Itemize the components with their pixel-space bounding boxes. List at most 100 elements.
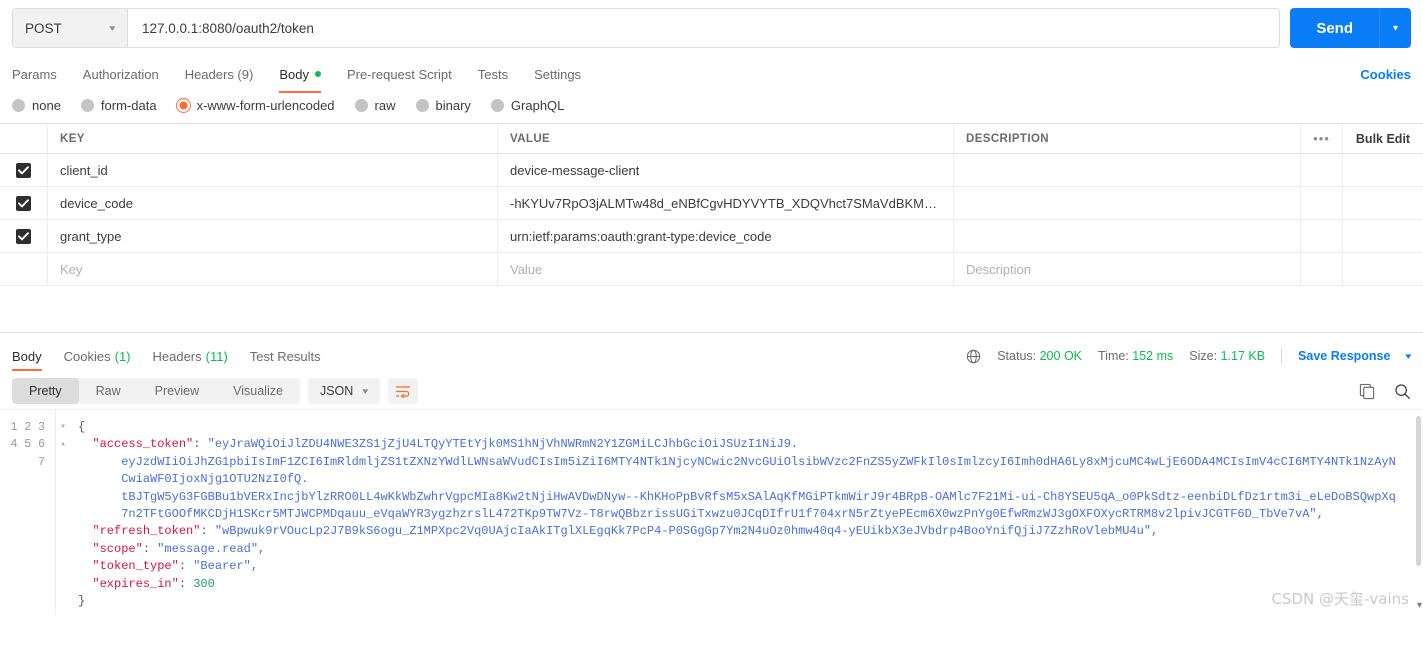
response-tab-test-results[interactable]: Test Results	[250, 339, 321, 373]
tab-authorization[interactable]: Authorization	[83, 58, 159, 90]
request-url-bar: POST ▾ Send ▾	[0, 0, 1423, 58]
body-type-form-data[interactable]: form-data	[80, 98, 157, 113]
time-value: 152 ms	[1132, 349, 1174, 363]
radio-selected-icon	[176, 99, 190, 112]
tab-count: (11)	[205, 348, 228, 364]
row-checkbox-cell	[0, 187, 48, 219]
header-check-cell	[0, 124, 48, 153]
row-description-cell[interactable]	[954, 154, 1301, 186]
response-format-select[interactable]: JSON ▾	[307, 378, 380, 404]
http-method-select[interactable]: POST ▾	[13, 9, 128, 47]
body-type-x-www-form-urlencoded[interactable]: x-www-form-urlencoded	[176, 98, 335, 113]
row-checkbox[interactable]	[16, 228, 31, 244]
cookies-link[interactable]: Cookies	[1360, 67, 1411, 82]
request-tabs: Params Authorization Headers (9) Body Pr…	[0, 58, 1423, 93]
chevron-down-icon: ▾	[362, 385, 369, 396]
size-badge: Size: 1.17 KB	[1189, 349, 1265, 363]
save-response-button[interactable]: Save Response	[1298, 349, 1390, 363]
tab-label: Body	[12, 348, 42, 364]
row-spacer-dots	[1301, 154, 1343, 186]
scroll-down-icon[interactable]: ▾	[1417, 600, 1422, 611]
send-button[interactable]: Send	[1290, 8, 1379, 48]
row-spacer-dots	[1301, 187, 1343, 219]
check-icon	[18, 165, 29, 174]
view-mode-segmented-control: Pretty Raw Preview Visualize	[12, 378, 300, 404]
time-badge: Time: 152 ms	[1098, 349, 1173, 363]
empty-row-value-cell[interactable]: Value	[498, 253, 954, 285]
watermark: CSDN @天玺-vains	[1271, 590, 1409, 608]
row-value-cell[interactable]: device-message-client	[498, 154, 954, 186]
body-type-binary[interactable]: binary	[415, 98, 471, 113]
row-key-cell[interactable]: device_code	[48, 187, 498, 219]
vertical-scrollbar[interactable]	[1416, 416, 1421, 566]
body-type-none[interactable]: none	[12, 98, 61, 113]
description-placeholder: Description	[966, 261, 1032, 277]
column-header-value: VALUE	[510, 132, 551, 145]
tab-params[interactable]: Params	[12, 58, 57, 90]
radio-icon	[80, 99, 94, 112]
tab-headers[interactable]: Headers (9)	[185, 58, 254, 90]
response-body-code[interactable]: 1 2 3 4 5 6 7 ▾ ▴ { "access_token": "eyJ…	[0, 409, 1423, 615]
time-label: Time:	[1098, 349, 1129, 363]
row-value-cell[interactable]: urn:ietf:params:oauth:grant-type:device_…	[498, 220, 954, 252]
empty-row-description-cell[interactable]: Description	[954, 253, 1301, 285]
url-input[interactable]	[128, 9, 1280, 47]
more-options-icon[interactable]: •••	[1301, 124, 1343, 153]
row-value-cell[interactable]: -hKYUv7RpO3jALMTw48d_eNBfCgvHDYVYTB_XDQV…	[498, 187, 954, 219]
tab-tests[interactable]: Tests	[478, 58, 508, 90]
body-type-radio-group: none form-data x-www-form-urlencoded raw…	[0, 90, 1423, 123]
row-checkbox[interactable]	[16, 162, 31, 178]
word-wrap-toggle[interactable]	[387, 378, 418, 404]
save-response-chevron-down-icon[interactable]: ▾	[1406, 351, 1412, 362]
row-spacer-dots	[1301, 220, 1343, 252]
bulk-edit-button[interactable]: Bulk Edit	[1343, 124, 1423, 153]
response-tabs: Body Cookies (1) Headers (11) Test Resul…	[0, 339, 1423, 373]
status-badge: Status: 200 OK	[997, 349, 1082, 363]
code-fold-column[interactable]: ▾ ▴	[56, 410, 70, 615]
format-label: JSON	[319, 384, 354, 398]
column-header-description: DESCRIPTION	[966, 132, 1049, 145]
tab-count: (1)	[114, 348, 131, 364]
body-modified-dot-icon	[314, 71, 321, 77]
row-description-cell[interactable]	[954, 220, 1301, 252]
row-key-cell[interactable]: client_id	[48, 154, 498, 186]
form-params-table: KEY VALUE DESCRIPTION ••• Bulk Edit clie…	[0, 123, 1423, 286]
response-tab-headers[interactable]: Headers (11)	[153, 339, 228, 373]
tab-pre-request-script[interactable]: Pre-request Script	[347, 58, 452, 90]
radio-icon	[12, 99, 25, 112]
empty-row-key-cell[interactable]: Key	[48, 253, 498, 285]
response-tab-cookies[interactable]: Cookies (1)	[64, 339, 131, 373]
search-icon[interactable]	[1394, 383, 1411, 400]
view-mode-visualize[interactable]: Visualize	[216, 378, 300, 404]
tab-label: Authorization	[82, 66, 159, 82]
meta-divider	[1281, 347, 1283, 365]
body-type-graphql[interactable]: GraphQL	[490, 98, 564, 113]
body-type-raw[interactable]: raw	[354, 98, 396, 113]
send-options-caret-icon[interactable]: ▾	[1379, 8, 1411, 48]
view-mode-preview[interactable]: Preview	[138, 378, 216, 404]
row-description-cell[interactable]	[954, 187, 1301, 219]
http-method-label: POST	[25, 20, 62, 36]
tab-body[interactable]: Body	[279, 58, 321, 93]
view-mode-raw[interactable]: Raw	[79, 378, 138, 404]
response-view-toolbar: Pretty Raw Preview Visualize JSON ▾	[0, 373, 1423, 409]
radio-label: x-www-form-urlencoded	[196, 98, 335, 113]
empty-row-checkbox-cell	[0, 253, 48, 285]
line-numbers: 1 2 3 4 5 6 7	[10, 421, 45, 469]
row-checkbox[interactable]	[16, 195, 31, 211]
row-checkbox-cell	[0, 220, 48, 252]
globe-icon[interactable]	[966, 349, 981, 364]
row-key-cell[interactable]: grant_type	[48, 220, 498, 252]
tab-label: Headers (9)	[184, 66, 254, 82]
tab-settings[interactable]: Settings	[534, 58, 581, 90]
size-label: Size:	[1189, 349, 1218, 363]
row-checkbox-cell	[0, 154, 48, 186]
copy-icon[interactable]	[1359, 383, 1376, 400]
response-tab-body[interactable]: Body	[12, 339, 42, 373]
view-mode-pretty[interactable]: Pretty	[12, 378, 79, 404]
row-spacer-bulk	[1343, 220, 1423, 252]
tab-label: Tests	[477, 66, 509, 82]
radio-icon	[415, 99, 429, 112]
row-key-text: grant_type	[60, 228, 122, 244]
row-value-text: urn:ietf:params:oauth:grant-type:device_…	[510, 228, 772, 244]
